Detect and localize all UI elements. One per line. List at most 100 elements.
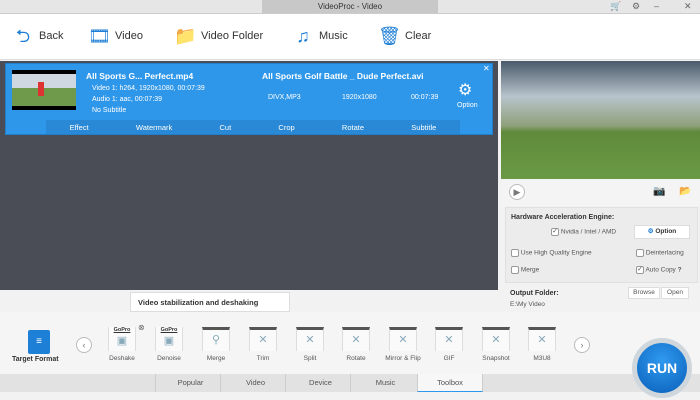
tool-label: Merge: [206, 355, 226, 362]
video-track[interactable]: Video 1: h264, 1920x1080, 00:07:39: [92, 85, 205, 92]
auto-copy-checkbox[interactable]: ✓ Auto Copy ?: [636, 266, 682, 274]
gopro-deshake-icon: GoPro ▣: [108, 327, 136, 351]
folder-icon[interactable]: 📂: [679, 186, 691, 197]
close-icon[interactable]: ✕: [684, 1, 692, 12]
tools-icon: ✕: [528, 327, 556, 351]
tool-deshake[interactable]: GoPro ▣ Deshake: [100, 327, 144, 362]
open-button[interactable]: Open: [661, 287, 689, 299]
effect-button[interactable]: Effect: [70, 123, 89, 132]
deinterlacing-checkbox[interactable]: Deinterlacing: [636, 249, 684, 257]
tool-split[interactable]: ✕ Split: [288, 327, 332, 362]
tab-video[interactable]: Video: [220, 374, 290, 392]
title-bar: VideoProc - Video 🛒 ⚙ – ✕: [0, 0, 700, 14]
hw-option-button[interactable]: ⚙ Option: [634, 225, 690, 239]
gopro-denoise-icon: GoPro ▣: [155, 327, 183, 351]
tool-label: Denoise: [157, 355, 181, 362]
merge-label: Merge: [520, 266, 540, 274]
film-plus-icon: 🎞: [88, 26, 111, 46]
subtitle-button[interactable]: Subtitle: [411, 123, 436, 132]
tool-snapshot[interactable]: ✕ Snapshot: [474, 327, 518, 362]
output-folder-path: E:\My Video: [510, 301, 545, 308]
hw-accel-checkbox[interactable]: ✓ Nvidia / Intel / AMD: [551, 228, 616, 236]
tools-icon: ✕: [296, 327, 324, 351]
video-folder-label: Video Folder: [201, 30, 264, 42]
trash-icon: 🗑: [378, 26, 401, 46]
window-title: VideoProc - Video: [262, 0, 438, 13]
remove-tool-icon[interactable]: ⊗: [138, 323, 145, 332]
high-quality-checkbox[interactable]: Use High Quality Engine: [511, 249, 592, 257]
tool-label: M3U8: [533, 355, 551, 362]
tools-icon: ✕: [482, 327, 510, 351]
file-card[interactable]: All Sports G... Perfect.mp4 Video 1: h26…: [5, 63, 493, 135]
back-button[interactable]: ⮌ Back: [12, 26, 64, 46]
tab-device[interactable]: Device: [285, 374, 355, 392]
scroll-left-button[interactable]: ‹: [76, 337, 92, 353]
gear-icon: ⚙: [647, 228, 654, 235]
remove-file-icon[interactable]: ✕: [483, 64, 490, 73]
help-icon[interactable]: ?: [678, 267, 682, 274]
tool-merge[interactable]: ⚲ Merge: [194, 327, 238, 362]
toolbar: ⮌ Back 🎞 Video 📁 Video Folder ♫ Music 🗑 Clear: [0, 14, 700, 60]
back-label: Back: [39, 30, 64, 42]
add-video-folder-button[interactable]: 📁 Video Folder: [174, 26, 263, 46]
category-tabs: Popular Video Device Music Toolbox: [0, 374, 700, 392]
tool-label: Rotate: [346, 355, 366, 362]
add-video-button[interactable]: 🎞 Video: [88, 26, 143, 46]
edit-bar: Effect Watermark Cut Crop Rotate Subtitl…: [46, 120, 460, 134]
tool-label: Mirror & Flip: [385, 355, 421, 362]
tab-music[interactable]: Music: [350, 374, 420, 392]
source-file-name: All Sports G... Perfect.mp4: [86, 71, 194, 81]
play-button[interactable]: ▶: [509, 184, 525, 200]
output-file-name[interactable]: All Sports Golf Battle _ Dude Perfect.av…: [262, 71, 424, 81]
hw-accel-label: Nvidia / Intel / AMD: [560, 228, 617, 236]
tab-toolbox[interactable]: Toolbox: [417, 374, 483, 392]
merge-icon: ⚲: [202, 327, 230, 351]
scroll-right-button[interactable]: ›: [574, 337, 590, 353]
subtitle-track[interactable]: No Subtitle: [92, 107, 126, 114]
music-label: Music: [319, 30, 348, 42]
video-label: Video: [115, 30, 143, 42]
tool-m3u8[interactable]: ✕ M3U8: [520, 327, 564, 362]
settings-panel: Hardware Acceleration Engine: ✓ Nvidia /…: [505, 207, 698, 283]
output-duration: 00:07:39: [411, 94, 439, 101]
minimize-icon[interactable]: –: [654, 1, 659, 11]
merge-checkbox[interactable]: Merge: [511, 266, 539, 274]
crop-button[interactable]: Crop: [278, 123, 294, 132]
video-preview[interactable]: [501, 61, 700, 179]
tool-denoise[interactable]: GoPro ▣ Denoise: [147, 327, 191, 362]
codec-option-button[interactable]: Option: [457, 102, 478, 109]
watermark-button[interactable]: Watermark: [136, 123, 172, 132]
auto-copy-label: Auto Copy: [645, 266, 676, 274]
deinterlacing-label: Deinterlacing: [645, 249, 684, 257]
target-format-icon: ≡: [28, 330, 50, 354]
tool-trim[interactable]: ✕ Trim: [241, 327, 285, 362]
tool-label: Trim: [256, 355, 270, 362]
audio-track[interactable]: Audio 1: aac, 00:07:39: [92, 96, 162, 103]
add-music-button[interactable]: ♫ Music: [292, 26, 348, 46]
clear-label: Clear: [405, 30, 432, 42]
cart-icon[interactable]: 🛒: [610, 1, 621, 12]
camera-icon[interactable]: 📷: [653, 186, 665, 197]
folder-plus-icon: 📁: [174, 26, 197, 46]
run-button[interactable]: RUN: [632, 338, 692, 398]
codec-gear-icon[interactable]: ⚙: [458, 80, 472, 100]
gear-icon[interactable]: ⚙: [632, 1, 640, 12]
music-plus-icon: ♫: [296, 26, 310, 46]
tool-label: Split: [303, 355, 317, 362]
tool-label: Deshake: [109, 355, 135, 362]
video-thumbnail[interactable]: [12, 70, 76, 110]
rotate-button[interactable]: Rotate: [342, 123, 364, 132]
tool-gif[interactable]: ✕ GIF: [427, 327, 471, 362]
file-list-area: All Sports G... Perfect.mp4 Video 1: h26…: [0, 61, 498, 290]
gopro-brand-label: GoPro: [113, 327, 131, 333]
browse-button[interactable]: Browse: [628, 287, 660, 299]
tool-mirror-flip[interactable]: ✕ Mirror & Flip: [381, 327, 425, 362]
output-resolution: 1920x1080: [342, 94, 377, 101]
tools-icon: ✕: [342, 327, 370, 351]
clear-button[interactable]: 🗑 Clear: [378, 26, 431, 46]
tool-label: Snapshot: [482, 355, 510, 362]
high-quality-label: Use High Quality Engine: [520, 249, 592, 257]
tab-popular[interactable]: Popular: [155, 374, 225, 392]
tool-rotate[interactable]: ✕ Rotate: [334, 327, 378, 362]
cut-button[interactable]: Cut: [220, 123, 232, 132]
